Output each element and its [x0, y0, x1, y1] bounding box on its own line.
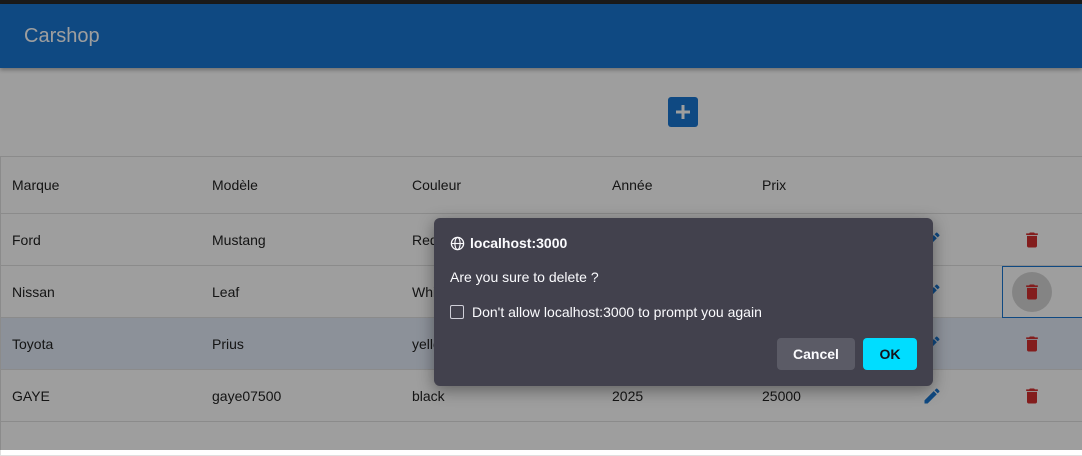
confirm-dialog: localhost:3000 Are you sure to delete ? … — [434, 218, 933, 386]
cancel-button[interactable]: Cancel — [777, 338, 855, 370]
dont-allow-label: Don't allow localhost:3000 to prompt you… — [472, 304, 762, 320]
dialog-origin-text: localhost:3000 — [470, 235, 568, 251]
dialog-origin: localhost:3000 — [450, 234, 567, 252]
dont-allow-prompt-option[interactable]: Don't allow localhost:3000 to prompt you… — [450, 304, 762, 320]
globe-icon — [450, 236, 465, 250]
dont-allow-checkbox[interactable] — [450, 305, 464, 319]
dialog-message: Are you sure to delete ? — [450, 269, 599, 285]
ok-button[interactable]: OK — [863, 338, 917, 370]
